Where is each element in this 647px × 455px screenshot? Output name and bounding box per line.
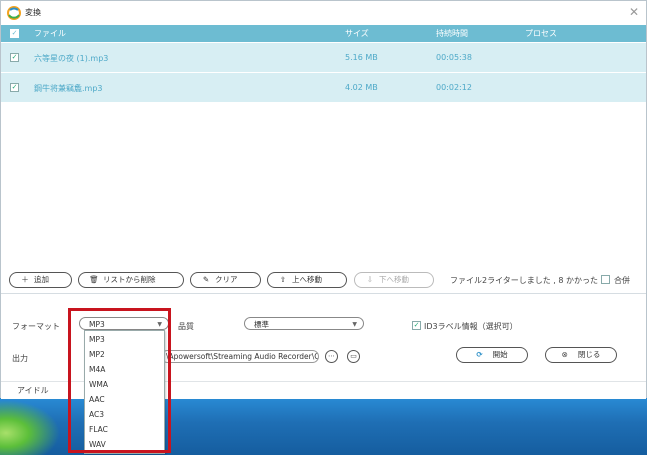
format-option-wav[interactable]: WAV [89, 440, 106, 449]
convert-refresh-icon: ⟳ [476, 350, 483, 359]
column-header-file[interactable]: ファイル [34, 28, 66, 39]
file-name: 六等星の夜 (1).mp3 [34, 54, 109, 63]
file-size: 4.02 MB [345, 83, 378, 92]
remove-from-list-button[interactable]: 🗑 リストから削除 [78, 272, 184, 288]
file-duration: 00:05:38 [436, 53, 472, 62]
output-label: 出力 [12, 354, 28, 363]
column-header-process[interactable]: プロセス [525, 28, 557, 39]
file-size: 5.16 MB [345, 53, 378, 62]
arrow-down-icon: ⇩ [366, 275, 374, 284]
status-text: アイドル [17, 386, 49, 395]
merge-label: 合併 [614, 276, 630, 285]
file-duration: 00:02:12 [436, 83, 472, 92]
close-circle-icon: ⊗ [561, 350, 568, 359]
window-title: 変換 [25, 8, 41, 17]
format-option-aac[interactable]: AAC [89, 395, 105, 404]
move-down-button[interactable]: ⇩ 下へ移動 [354, 272, 434, 288]
column-header-duration[interactable]: 持続時間 [436, 28, 468, 39]
move-up-button[interactable]: ⇧ 上へ移動 [267, 272, 347, 288]
row-checkbox[interactable]: ✓ [10, 53, 19, 62]
file-name: 鋼牛将兼竊麁.mp3 [34, 84, 103, 93]
browse-icon[interactable]: ⋯ [325, 350, 338, 363]
close-icon[interactable]: ✕ [629, 5, 639, 19]
merge-checkbox[interactable] [601, 275, 610, 284]
close-button[interactable]: ⊗ 閉じる [545, 347, 617, 363]
app-logo-icon [7, 6, 21, 20]
format-select[interactable]: MP3 ▼ [79, 317, 169, 330]
add-button[interactable]: ＋追加 [9, 272, 72, 288]
table-row[interactable]: ✓ 六等星の夜 (1).mp3 5.16 MB 00:05:38 [1, 43, 646, 72]
quality-label: 品質 [178, 322, 194, 331]
format-option-mp3[interactable]: MP3 [89, 335, 105, 344]
chevron-down-icon: ▼ [352, 321, 357, 328]
clear-button[interactable]: ✎ クリア [190, 272, 261, 288]
id3-checkbox[interactable]: ✓ [412, 321, 421, 330]
title-bar: 変換 ✕ [1, 1, 646, 25]
divider [1, 293, 646, 294]
format-option-ac3[interactable]: AC3 [89, 410, 104, 419]
start-button[interactable]: ⟳ 開始 [456, 347, 528, 363]
file-table-header: ✓ ファイル サイズ 持続時間 プロセス [1, 25, 646, 42]
column-header-size[interactable]: サイズ [345, 28, 369, 39]
format-dropdown-list: MP3 MP2 M4A WMA AAC AC3 FLAC WAV [84, 330, 165, 454]
quality-select[interactable]: 標準 ▼ [244, 317, 364, 330]
id3-label: ID3ラベル情報（選択可） [424, 322, 518, 331]
format-option-mp2[interactable]: MP2 [89, 350, 105, 359]
format-option-m4a[interactable]: M4A [89, 365, 105, 374]
trash-icon: 🗑 [89, 275, 99, 284]
row-checkbox[interactable]: ✓ [10, 83, 19, 92]
arrow-up-icon: ⇧ [279, 275, 287, 284]
output-path-field[interactable]: \Apowersoft\Streaming Audio Recorder\C..… [161, 350, 319, 363]
desktop-wallpaper-glow [0, 400, 60, 455]
format-option-flac[interactable]: FLAC [89, 425, 108, 434]
select-all-checkbox[interactable]: ✓ [10, 29, 19, 38]
open-folder-icon[interactable]: ▭ [347, 350, 360, 363]
table-row[interactable]: ✓ 鋼牛将兼竊麁.mp3 4.02 MB 00:02:12 [1, 73, 646, 102]
broom-icon: ✎ [202, 275, 210, 284]
plus-icon: ＋ [21, 275, 29, 284]
format-label: フォーマット [12, 322, 60, 331]
conversion-status-text: ファイル2ライターしました , 8 かかった [450, 276, 599, 285]
format-option-wma[interactable]: WMA [89, 380, 108, 389]
